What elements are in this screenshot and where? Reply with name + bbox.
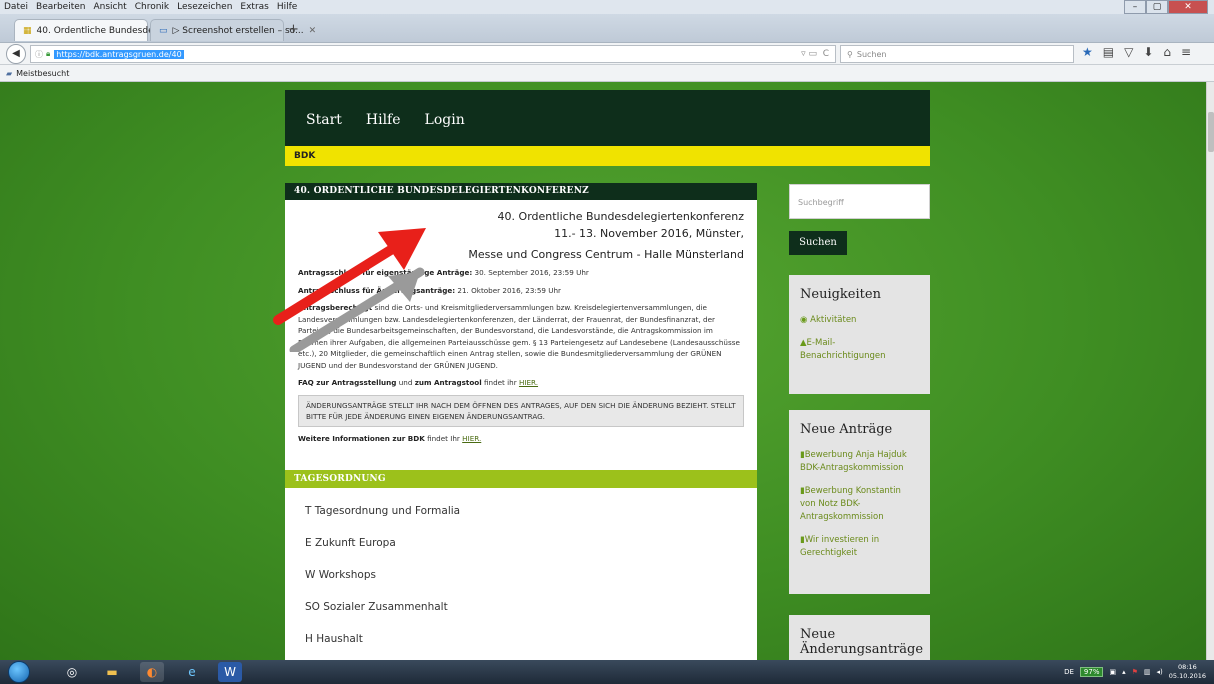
- tab-screenshot[interactable]: ▭ ▷ Screenshot erstellen – so... ✕: [150, 19, 316, 41]
- navigation-bar: ◀ ⓘ 🔒︎ https://bdk.antragsgruen.de/40 ▿ …: [0, 43, 1214, 65]
- menu-chronik[interactable]: Chronik: [135, 2, 169, 12]
- tray-icon[interactable]: ▣: [1109, 668, 1116, 676]
- word-icon[interactable]: W: [218, 662, 242, 682]
- screenshot-favicon-icon: ▭: [159, 25, 168, 36]
- clock[interactable]: 08:16 05.10.2016: [1169, 663, 1206, 681]
- agenda-item[interactable]: W Workshops: [305, 560, 757, 592]
- file-explorer-icon[interactable]: ▬: [100, 662, 124, 682]
- news-box: Neuigkeiten ◉ Aktivitäten ▲E-Mail-Benach…: [789, 275, 930, 394]
- url-text[interactable]: https://bdk.antragsgruen.de/40: [54, 49, 184, 59]
- tab-bdk[interactable]: ▦ 40. Ordentliche Bundesdel... ✕: [14, 19, 177, 41]
- faq-text: FAQ zur Antragsstellung und zum Antragst…: [298, 378, 539, 387]
- search-bar[interactable]: ⚲ Suchen: [840, 45, 1074, 63]
- nav-login[interactable]: Login: [425, 112, 465, 128]
- toolbar-icons: ★ ▤ ▽ ⬇ ⌂ ≡: [1082, 45, 1191, 59]
- agenda-item[interactable]: T Tagesordnung und Formalia: [305, 496, 757, 528]
- page-scrollbar[interactable]: [1206, 82, 1214, 660]
- new-tab-icon[interactable]: +: [288, 22, 299, 37]
- new-motions-box: Neue Anträge ▮Bewerbung Anja Hajduk BDK-…: [789, 410, 930, 594]
- menu-ansicht[interactable]: Ansicht: [93, 2, 126, 12]
- agenda-item[interactable]: SO Sozialer Zusammenhalt: [305, 592, 757, 624]
- bookmarks-list-icon[interactable]: ▤: [1103, 45, 1114, 59]
- download-icon[interactable]: ⬇: [1143, 45, 1153, 59]
- new-amendments-box: Neue Änderungsanträge: [789, 615, 930, 660]
- news-title: Neuigkeiten: [800, 287, 881, 302]
- menu-hilfe[interactable]: Hilfe: [277, 2, 297, 12]
- bookmarks-toolbar: ▰ Meistbesucht: [0, 65, 1214, 82]
- more-info-text: Weitere Informationen zur BDK findet Ihr…: [298, 433, 482, 443]
- faq-link[interactable]: HIER.: [519, 378, 538, 387]
- tab-close-icon[interactable]: ✕: [309, 26, 317, 36]
- internet-explorer-icon[interactable]: e: [180, 662, 204, 682]
- media-player-icon[interactable]: ◎: [60, 662, 84, 682]
- site-header: Start Hilfe Login: [285, 90, 930, 146]
- folder-icon: ▰: [6, 68, 13, 78]
- motion-item[interactable]: ▮Wir investieren in Gerechtigkeit: [800, 534, 919, 560]
- activity-icon: ◉: [800, 315, 811, 325]
- flag-icon[interactable]: ⚑: [1132, 668, 1138, 676]
- motions-title: Neue Anträge: [800, 422, 893, 437]
- agenda-list: T Tagesordnung und Formalia E Zukunft Eu…: [285, 496, 757, 656]
- red-arrow-icon: [273, 228, 426, 325]
- tab-label: 40. Ordentliche Bundesdel...: [36, 25, 165, 36]
- tab-bar: ▦ 40. Ordentliche Bundesdel... ✕ ▭ ▷ Scr…: [0, 14, 1214, 43]
- panel-title: 40. ORDENTLICHE BUNDESDELEGIERTENKONFERE…: [285, 183, 757, 200]
- menu-extras[interactable]: Extras: [240, 2, 268, 12]
- volume-icon[interactable]: ◂): [1157, 668, 1163, 676]
- amendments-title: Neue Änderungsanträge: [800, 627, 924, 657]
- window-controls: – ▢ ✕: [1124, 0, 1208, 14]
- agenda-title: TAGESORDNUNG: [285, 470, 757, 488]
- bookmark-star-icon[interactable]: ★: [1082, 45, 1093, 59]
- search-button[interactable]: Suchen: [789, 231, 847, 255]
- minimize-button[interactable]: –: [1124, 0, 1146, 14]
- magnifier-icon: ⚲: [847, 49, 853, 59]
- news-activities[interactable]: ◉ Aktivitäten: [800, 314, 919, 327]
- info-icon[interactable]: ⓘ: [35, 49, 43, 60]
- tab-label: ▷ Screenshot erstellen – so...: [172, 25, 304, 36]
- reload-icon[interactable]: ▿ ▭ C: [801, 49, 829, 59]
- windows-start-icon[interactable]: [8, 661, 30, 683]
- breadcrumb[interactable]: BDK: [285, 146, 930, 166]
- agenda-item[interactable]: E Zukunft Europa: [305, 528, 757, 560]
- motion-item[interactable]: ▮Bewerbung Anja Hajduk BDK-Antragskommis…: [800, 449, 919, 475]
- amendment-notice: Änderungsanträge stellt ihr nach dem Öff…: [298, 394, 744, 427]
- hamburger-menu-icon[interactable]: ≡: [1181, 45, 1191, 59]
- nav-hilfe[interactable]: Hilfe: [366, 112, 401, 128]
- lock-icon: 🔒︎: [46, 49, 51, 58]
- url-bar[interactable]: ⓘ 🔒︎ https://bdk.antragsgruen.de/40 ▿ ▭ …: [30, 45, 836, 63]
- annotation-arrows: [273, 228, 426, 352]
- menu-bearbeiten[interactable]: Bearbeiten: [36, 2, 85, 12]
- home-icon[interactable]: ⌂: [1163, 45, 1171, 59]
- maximize-button[interactable]: ▢: [1146, 0, 1168, 14]
- motion-item[interactable]: ▮Bewerbung Konstantin von Notz BDK-Antra…: [800, 485, 919, 524]
- pocket-icon[interactable]: ▽: [1124, 45, 1133, 59]
- bookmark-meistbesucht[interactable]: Meistbesucht: [16, 69, 69, 78]
- close-window-button[interactable]: ✕: [1168, 0, 1208, 14]
- firefox-icon[interactable]: ◐: [140, 662, 164, 682]
- battery-indicator[interactable]: 97%: [1079, 667, 1104, 677]
- network-icon[interactable]: ▥: [1144, 668, 1151, 676]
- taskbar: ◎ ▬ ◐ e W DE 97% ▣ ▴ ⚑ ▥ ◂) 08:16 05.10.…: [0, 660, 1214, 684]
- search-placeholder: Suchen: [856, 49, 887, 59]
- back-arrow-icon[interactable]: ◀: [6, 44, 26, 64]
- scroll-thumb[interactable]: [1208, 112, 1214, 152]
- page-viewport: Start Hilfe Login BDK 40. ORDENTLICHE BU…: [0, 82, 1214, 660]
- gray-arrow-icon: [289, 267, 425, 352]
- page-favicon-icon: ▦: [23, 25, 32, 36]
- nav-start[interactable]: Start: [306, 112, 342, 128]
- tray-icon[interactable]: ▴: [1122, 668, 1126, 676]
- more-info-link[interactable]: HIER.: [462, 434, 481, 443]
- menu-bar: Datei Bearbeiten Ansicht Chronik Lesezei…: [0, 0, 1214, 14]
- news-email[interactable]: ▲E-Mail-Benachrichtigungen: [800, 337, 919, 363]
- agenda-item[interactable]: H Haushalt: [305, 624, 757, 656]
- menu-datei[interactable]: Datei: [4, 2, 28, 12]
- menu-lesezeichen[interactable]: Lesezeichen: [177, 2, 232, 12]
- language-indicator[interactable]: DE: [1064, 668, 1074, 676]
- search-input[interactable]: Suchbegriff: [789, 184, 930, 219]
- system-tray: DE 97% ▣ ▴ ⚑ ▥ ◂) 08:16 05.10.2016: [1064, 660, 1206, 684]
